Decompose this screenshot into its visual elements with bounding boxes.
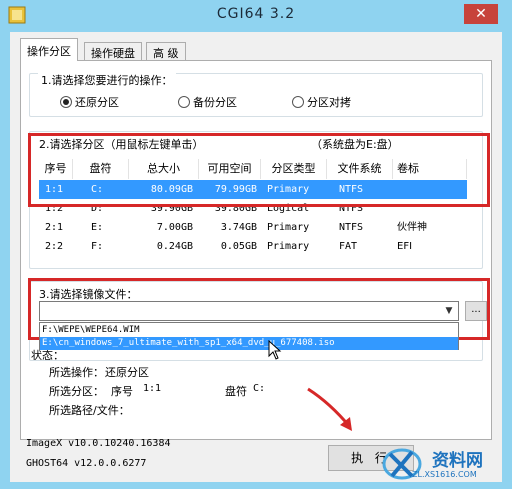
radio-restore-label: 还原分区 [75,96,119,109]
radio-clone-label: 分区对拷 [307,96,351,109]
title-bar: CGI64 3.2 ✕ [0,0,512,30]
partition-highlight-box [28,133,490,207]
radio-clone-indicator [292,96,304,108]
table-row[interactable]: 2:1 E: 7.00GB 3.74GB Primary NTFS 伙伴神 [39,218,467,237]
cell-total: 7.00GB [156,222,193,233]
cell-drive: E: [91,222,104,233]
window-title: CGI64 3.2 [216,6,296,22]
radio-backup-indicator [178,96,190,108]
cell-index: 2:2 [45,241,64,252]
tab-disk-ops[interactable]: 操作硬盘 [84,42,142,60]
cell-filesystem: FAT [339,241,358,252]
selected-drive-value: C: [253,383,266,394]
imagex-version: ImageX v10.0.10240.16384 [26,438,171,449]
cell-drive: F: [91,241,104,252]
cell-total: 0.24GB [156,241,193,252]
watermark-brand: 资料网 [432,451,483,471]
dropdown-item-iso[interactable]: E:\cn_windows_7_ultimate_with_sp1_x64_dv… [40,337,458,350]
selected-partition-label: 所选分区： [49,385,104,398]
red-arrow-icon [307,387,352,431]
cell-type: Primary [267,222,310,233]
selected-drive-label: 盘符 [225,385,247,398]
close-button[interactable]: ✕ [464,4,498,24]
radio-restore-indicator [60,96,72,108]
tab-partition-ops[interactable]: 操作分区 [20,38,78,61]
selected-index-value: 1:1 [143,383,162,394]
mouse-cursor-icon [268,340,282,360]
selected-operation-value: 还原分区 [105,366,149,379]
selected-index-label: 序号 [111,385,133,398]
radio-backup-label: 备份分区 [193,96,237,109]
cell-label: EFI [397,241,413,252]
operation-group: 1.请选择您要进行的操作： 还原分区 备份分区 分区对拷 [29,72,483,117]
cell-free: 3.74GB [220,222,257,233]
cell-label: 伙伴神 [397,222,427,233]
image-file-dropdown: F:\WEPE\WEPE64.WIM E:\cn_windows_7_ultim… [39,322,459,350]
cell-type: Primary [267,241,310,252]
operation-group-title: 1.请选择您要进行的操作： [38,72,176,88]
cell-index: 2:1 [45,222,64,233]
radio-backup[interactable]: 备份分区 [178,94,237,110]
ghost-version: GHOST64 v12.0.0.6277 [26,458,147,469]
radio-clone[interactable]: 分区对拷 [292,94,351,110]
dropdown-item-wim[interactable]: F:\WEPE\WEPE64.WIM [40,324,458,337]
cell-free: 0.05GB [220,241,257,252]
selected-operation-label: 所选操作： [49,366,104,379]
table-row[interactable]: 2:2 F: 0.24GB 0.05GB Primary FAT EFI [39,237,467,256]
radio-restore[interactable]: 还原分区 [60,94,119,110]
tab-panel: 1.请选择您要进行的操作： 还原分区 备份分区 分区对拷 2.请选择分区（用鼠标… [20,60,492,440]
watermark-url: ZL.XS1616.COM [412,470,477,479]
cell-filesystem: NTFS [339,222,364,233]
selected-path-label: 所选路径/文件： [49,404,130,417]
client-area: 操作分区 操作硬盘 高 级 1.请选择您要进行的操作： 还原分区 备份分区 分区… [10,32,502,482]
app-window: CGI64 3.2 ✕ 操作分区 操作硬盘 高 级 1.请选择您要进行的操作： … [0,0,512,489]
tab-advanced[interactable]: 高 级 [146,42,186,60]
